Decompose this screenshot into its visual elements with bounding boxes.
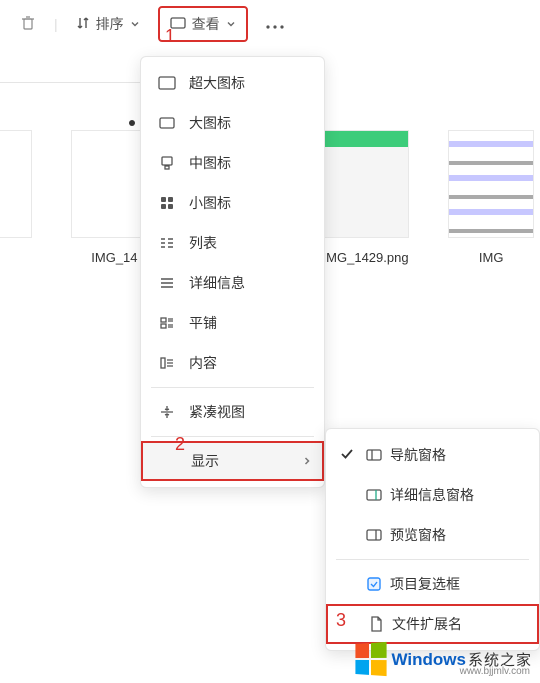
menu-item-label: 紧凑视图 [189, 402, 245, 422]
menu-item-label: 显示 [191, 451, 219, 471]
menu-item-details[interactable]: 详细信息 [141, 263, 324, 303]
selected-indicator-icon [129, 120, 135, 126]
menu-item-label: 大图标 [189, 113, 231, 133]
watermark: Windows系统之家 www.bjjmlv.com [354, 643, 532, 675]
menu-separator [151, 387, 314, 388]
list-icon [157, 237, 177, 249]
submenu-item-label: 文件扩展名 [392, 614, 462, 634]
file-extension-icon [366, 616, 386, 632]
file-name: IMG_14 [91, 250, 137, 265]
checkbox-icon [364, 577, 384, 591]
details-pane-icon [364, 489, 384, 501]
windows-logo-icon [355, 642, 386, 676]
check-icon [340, 447, 354, 464]
show-submenu: 导航窗格 详细信息窗格 预览窗格 项目复选框 文件扩展名 [325, 428, 540, 651]
extra-large-icons-icon [157, 76, 177, 90]
separator: | [54, 16, 58, 32]
submenu-item-nav-pane[interactable]: 导航窗格 [326, 435, 539, 475]
file-name: IMG [479, 250, 504, 265]
large-icons-icon [157, 117, 177, 129]
menu-item-label: 超大图标 [189, 73, 245, 93]
sort-icon [76, 16, 90, 33]
delete-button[interactable] [10, 6, 46, 42]
divider [0, 82, 140, 83]
menu-item-label: 小图标 [189, 193, 231, 213]
menu-item-show[interactable]: 显示 [141, 441, 324, 481]
submenu-item-checkboxes[interactable]: 项目复选框 [326, 564, 539, 604]
submenu-item-label: 导航窗格 [390, 445, 446, 465]
menu-item-tiles[interactable]: 平铺 [141, 303, 324, 343]
details-icon [157, 277, 177, 289]
sort-button[interactable]: 排序 [66, 6, 150, 42]
file-item[interactable]: IMG_1429.png [317, 130, 415, 265]
file-item[interactable]: ng [0, 130, 38, 265]
view-label: 查看 [192, 14, 220, 34]
menu-item-label: 列表 [189, 233, 217, 253]
chevron-down-icon [226, 16, 236, 32]
thumbnail [448, 130, 534, 238]
menu-item-list[interactable]: 列表 [141, 223, 324, 263]
watermark-url: www.bjjmlv.com [460, 666, 530, 677]
toolbar: | 排序 查看 [0, 0, 540, 48]
content-icon [157, 357, 177, 369]
submenu-item-extensions[interactable]: 文件扩展名 [326, 604, 539, 644]
more-icon [266, 16, 284, 32]
file-name: IMG_1429.png [323, 250, 409, 265]
view-menu: 超大图标 大图标 中图标 小图标 列表 详细信息 平铺 内容 紧凑视图 显示 [140, 56, 325, 488]
annotation-2: 2 [175, 434, 185, 455]
preview-pane-icon [364, 529, 384, 541]
menu-item-label: 中图标 [189, 153, 231, 173]
tiles-icon [157, 317, 177, 329]
thumbnail [323, 130, 409, 238]
submenu-item-label: 详细信息窗格 [390, 485, 474, 505]
annotation-3: 3 [336, 610, 346, 631]
menu-item-small-icons[interactable]: 小图标 [141, 183, 324, 223]
medium-icons-icon [157, 156, 177, 170]
submenu-item-label: 预览窗格 [390, 525, 446, 545]
more-button[interactable] [256, 6, 294, 42]
menu-item-label: 平铺 [189, 313, 217, 333]
chevron-right-icon [302, 453, 312, 469]
menu-item-medium-icons[interactable]: 中图标 [141, 143, 324, 183]
chevron-down-icon [130, 16, 140, 32]
submenu-item-preview-pane[interactable]: 预览窗格 [326, 515, 539, 555]
menu-separator [336, 559, 529, 560]
nav-pane-icon [364, 449, 384, 461]
compact-view-icon [157, 405, 177, 419]
menu-item-label: 详细信息 [189, 273, 245, 293]
thumbnail [0, 130, 32, 238]
menu-item-label: 内容 [189, 353, 217, 373]
trash-icon [20, 15, 36, 34]
small-icons-icon [157, 196, 177, 210]
annotation-1: 1 [165, 26, 175, 47]
submenu-item-details-pane[interactable]: 详细信息窗格 [326, 475, 539, 515]
menu-item-large-icons[interactable]: 大图标 [141, 103, 324, 143]
menu-item-content[interactable]: 内容 [141, 343, 324, 383]
sort-label: 排序 [96, 14, 124, 34]
file-item[interactable]: IMG [442, 130, 540, 265]
menu-item-compact[interactable]: 紧凑视图 [141, 392, 324, 432]
menu-item-extra-large-icons[interactable]: 超大图标 [141, 63, 324, 103]
watermark-brand: Windows [392, 650, 466, 669]
submenu-item-label: 项目复选框 [390, 574, 460, 594]
